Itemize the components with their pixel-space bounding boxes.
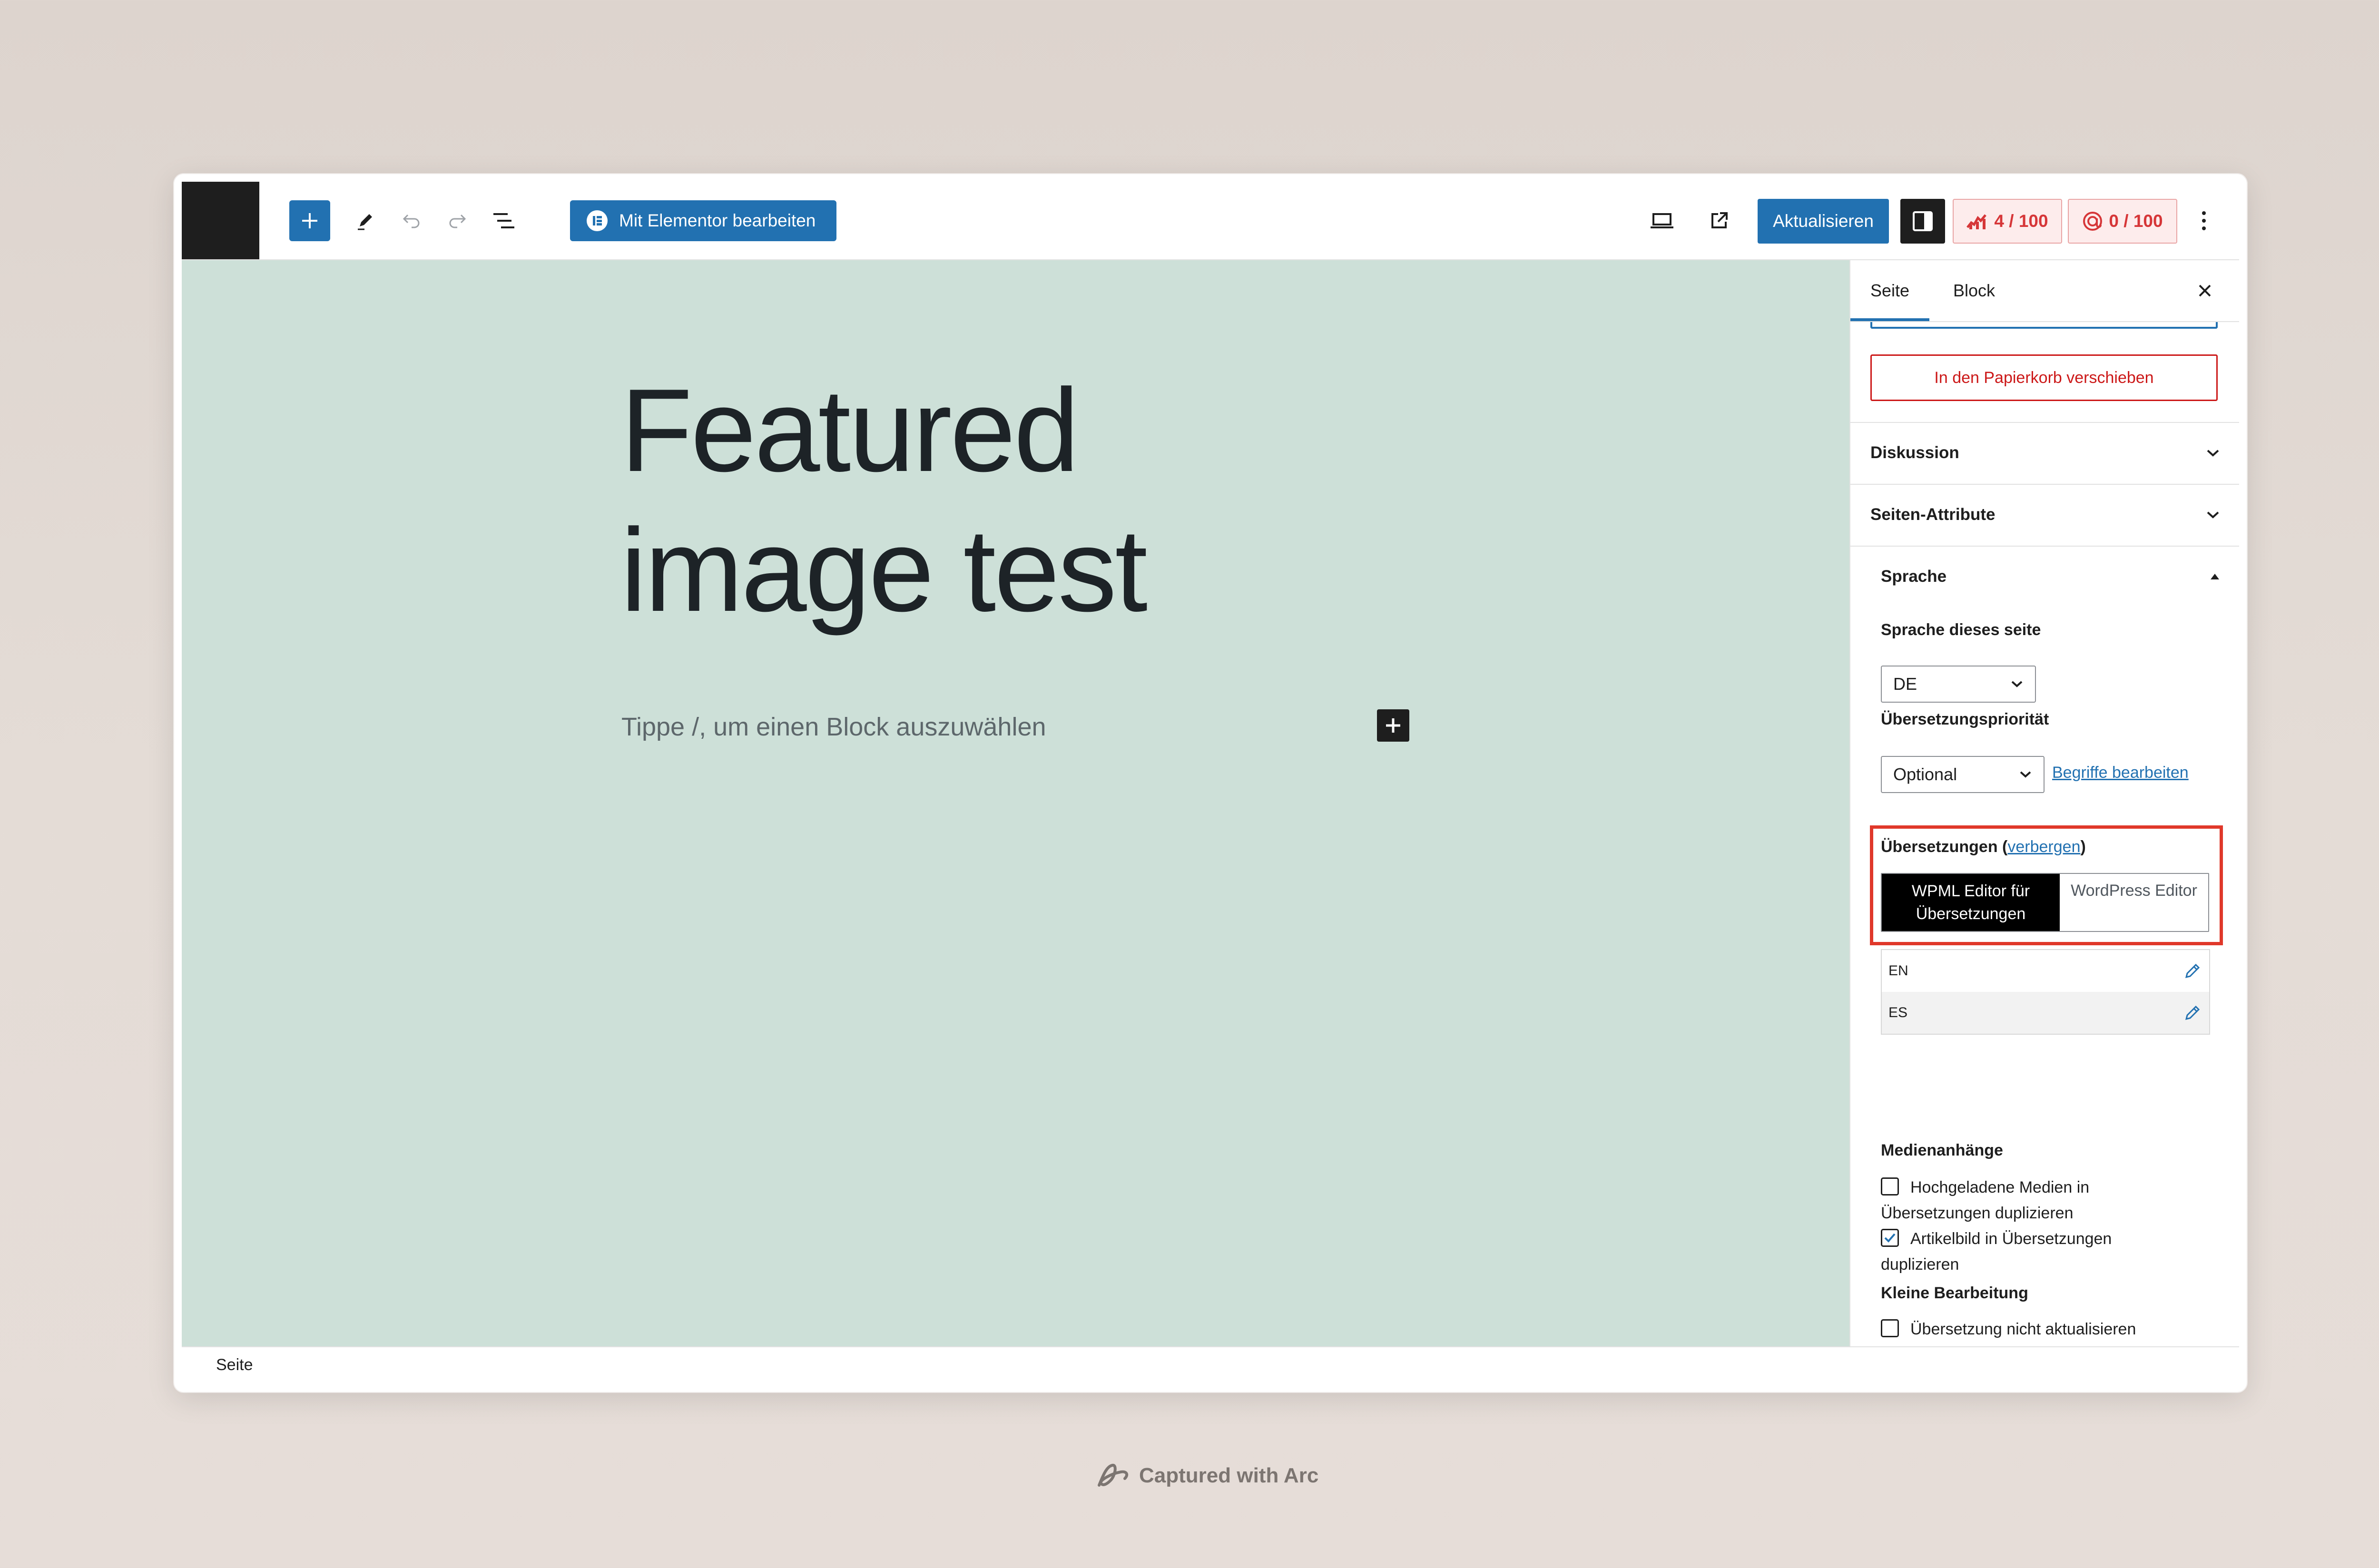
view-page-button[interactable]	[1699, 200, 1740, 241]
post-title[interactable]: Featured image test	[620, 360, 1382, 640]
credit-text: Captured with Arc	[1139, 1464, 1319, 1487]
translations-label: Übersetzungen	[1881, 838, 1998, 856]
seo-score-badge[interactable]: 4 / 100	[1953, 199, 2062, 244]
editor-toolbar: Mit Elementor bearbeiten Aktualisieren 4…	[182, 182, 2239, 260]
readability-score-value: 0 / 100	[2109, 211, 2163, 231]
edit-terms-link[interactable]: Begriffe bearbeiten	[2052, 764, 2189, 782]
priority-select[interactable]: Optional	[1881, 756, 2045, 793]
settings-sidebar-toggle[interactable]	[1900, 199, 1945, 244]
page-language-label: Sprache dieses seite	[1881, 621, 2041, 639]
tools-button[interactable]	[345, 200, 386, 241]
breadcrumb[interactable]: Seite	[216, 1356, 253, 1374]
preview-button[interactable]	[1642, 200, 1682, 241]
translation-editor-toggle: WPML Editor für Übersetzungen WordPress …	[1881, 873, 2209, 932]
block-editor: Mit Elementor bearbeiten Aktualisieren 4…	[182, 182, 2239, 1384]
undo-button[interactable]	[391, 200, 432, 241]
page-language-value: DE	[1893, 674, 1917, 694]
edit-pencil-icon[interactable]	[2183, 1004, 2202, 1022]
laptop-icon	[1651, 213, 1673, 228]
undo-icon	[403, 214, 420, 228]
readability-score-badge[interactable]: 0 / 100	[2068, 199, 2177, 244]
page-language-select[interactable]: DE	[1881, 666, 2036, 703]
update-button[interactable]: Aktualisieren	[1758, 199, 1889, 244]
duplicate-featured-label: Artikelbild in Übersetzungen	[1910, 1230, 2112, 1248]
wpml-editor-label-line: WPML Editor für	[1911, 882, 2030, 900]
edit-with-elementor-button[interactable]: Mit Elementor bearbeiten	[570, 200, 836, 241]
chevron-down-icon	[2020, 771, 2031, 778]
block-placeholder[interactable]: Tippe /, um einen Block auszuwählen	[621, 712, 1046, 742]
seo-score-value: 4 / 100	[1994, 211, 2048, 231]
translations-heading: Übersetzungen (verbergen)	[1881, 838, 2086, 856]
panel-discussion[interactable]: Diskussion	[1850, 422, 2239, 483]
post-title-line: image test	[620, 504, 1148, 636]
sidebar-tabs: Seite Block	[1850, 260, 2239, 322]
sidebar-icon	[1913, 211, 1933, 231]
duplicate-featured-label: duplizieren	[1881, 1255, 1959, 1274]
settings-sidebar: Seite Block In den Papierkorb verschiebe…	[1849, 260, 2239, 1346]
readability-icon	[2083, 212, 2103, 231]
chevron-down-icon	[2207, 511, 2219, 519]
priority-label: Übersetzungspriorität	[1881, 710, 2049, 728]
panel-title: Sprache	[1881, 567, 1947, 586]
triangle-up-icon	[2211, 574, 2219, 579]
post-title-line: Featured	[620, 364, 1080, 496]
no-update-translation-option: Übersetzung nicht aktualisieren	[1881, 1316, 2136, 1342]
elementor-button-label: Mit Elementor bearbeiten	[619, 211, 816, 230]
redo-icon	[449, 214, 466, 228]
duplicate-media-label: Hochgeladene Medien in	[1910, 1178, 2090, 1196]
chevron-down-icon	[2207, 450, 2219, 457]
hide-translations-link[interactable]: verbergen	[2007, 838, 2080, 856]
tab-page[interactable]: Seite	[1850, 260, 1930, 321]
options-menu-button[interactable]	[2190, 200, 2218, 241]
arc-capture-credit: Captured with Arc	[1096, 1461, 1318, 1490]
panel-title: Diskussion	[1870, 443, 1959, 462]
tab-block[interactable]: Block	[1953, 260, 1995, 321]
duplicate-media-label: Übersetzungen duplizieren	[1881, 1204, 2074, 1222]
duplicate-featured-checkbox[interactable]	[1881, 1229, 1899, 1247]
translation-row-en: EN	[1882, 950, 2209, 992]
panel-title: Seiten-Attribute	[1870, 505, 1996, 524]
translation-row-es: ES	[1882, 992, 2209, 1034]
language-code: ES	[1888, 1005, 1908, 1020]
inline-add-block-button[interactable]	[1377, 709, 1409, 742]
status-bar: Seite	[182, 1346, 2239, 1384]
elementor-icon	[587, 210, 608, 231]
more-vertical-icon	[2202, 211, 2206, 230]
close-icon	[2199, 284, 2211, 297]
priority-value: Optional	[1893, 764, 1957, 784]
seo-chart-icon	[1966, 214, 1987, 229]
no-update-translation-checkbox[interactable]	[1881, 1319, 1899, 1337]
media-attachments-label: Medienanhänge	[1881, 1141, 2003, 1159]
language-code: EN	[1888, 963, 1908, 979]
wpml-editor-option[interactable]: WPML Editor für Übersetzungen	[1882, 874, 2060, 931]
panel-page-attributes[interactable]: Seiten-Attribute	[1850, 484, 2239, 545]
editor-canvas[interactable]: Featured image test Tippe /, um einen Bl…	[182, 260, 1849, 1346]
translations-table: EN ES	[1881, 949, 2210, 1035]
plus-icon	[1386, 718, 1400, 733]
checkmark-icon	[1884, 1233, 1896, 1243]
chevron-down-icon	[2011, 681, 2023, 687]
list-view-button[interactable]	[483, 200, 524, 241]
list-view-icon	[493, 213, 514, 228]
no-update-translation-label: Übersetzung nicht aktualisieren	[1910, 1320, 2136, 1338]
external-link-icon	[1711, 212, 1728, 228]
move-to-trash-button[interactable]: In den Papierkorb verschieben	[1870, 354, 2218, 401]
plus-icon	[302, 213, 317, 228]
wpml-editor-label-line: Übersetzungen	[1916, 905, 2026, 923]
duplicate-featured-option: Artikelbild in Übersetzungen duplizieren	[1881, 1226, 2112, 1277]
edit-pencil-icon[interactable]	[2183, 962, 2202, 980]
add-block-button[interactable]	[289, 200, 330, 241]
site-logo-button[interactable]	[182, 182, 259, 259]
redo-button[interactable]	[437, 200, 478, 241]
duplicate-media-option: Hochgeladene Medien in Übersetzungen dup…	[1881, 1175, 2089, 1226]
arc-logo-icon	[1098, 1464, 1129, 1487]
wordpress-editor-option[interactable]: WordPress Editor	[2060, 874, 2208, 931]
duplicate-media-checkbox[interactable]	[1881, 1177, 1899, 1196]
pencil-icon	[358, 214, 372, 230]
browser-window: Mit Elementor bearbeiten Aktualisieren 4…	[174, 174, 2247, 1392]
minor-edit-label: Kleine Bearbeitung	[1881, 1284, 2028, 1302]
close-sidebar-button[interactable]	[2190, 275, 2220, 306]
panel-language[interactable]: Sprache	[1850, 546, 2239, 607]
